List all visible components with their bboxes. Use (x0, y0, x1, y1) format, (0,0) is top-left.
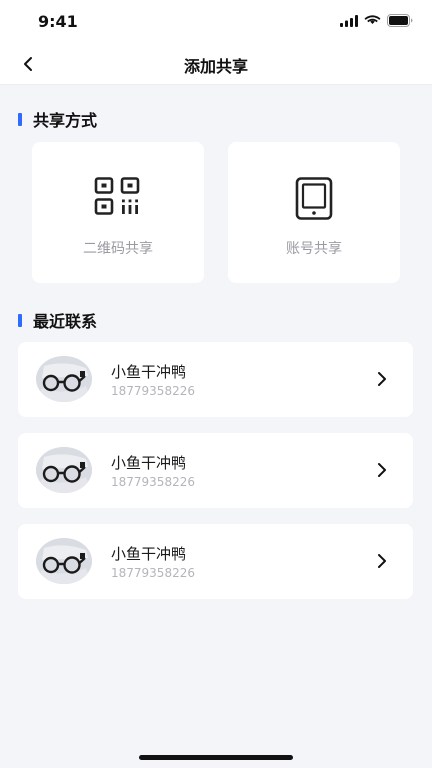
contact-name: 小鱼干冲鸭 (111, 545, 187, 563)
contact-item[interactable]: 小鱼干冲鸭 18779358226 (18, 524, 413, 599)
chevron-right-icon (378, 463, 386, 477)
section-accent-bar (18, 313, 22, 327)
avatar-glasses-icon (36, 538, 92, 584)
account-share-option[interactable]: 账号共享 (228, 142, 400, 283)
share-method-title: 共享方式 (33, 111, 98, 130)
battery-icon (387, 14, 413, 27)
qr-code-share-option[interactable]: 二维码共享 (32, 142, 204, 283)
avatar (36, 356, 92, 402)
status-time: 9:41 (38, 12, 78, 31)
share-method-header: 共享方式 (18, 107, 97, 131)
wifi-icon (364, 14, 381, 24)
signal-icon (340, 14, 358, 27)
tablet-icon (295, 177, 333, 220)
avatar-glasses-icon (36, 356, 92, 402)
qr-code-icon (94, 177, 140, 215)
status-icons (340, 14, 414, 27)
recent-contacts-header: 最近联系 (18, 308, 97, 332)
avatar (36, 538, 92, 584)
nav-bar: 添加共享 (0, 44, 432, 85)
contact-item[interactable]: 小鱼干冲鸭 18779358226 (18, 342, 413, 417)
avatar (36, 447, 92, 493)
chevron-right-icon (378, 372, 386, 386)
contact-phone: 18779358226 (111, 384, 195, 398)
chevron-right-icon (378, 554, 386, 568)
avatar-glasses-icon (36, 447, 92, 493)
contact-phone: 18779358226 (111, 475, 195, 489)
recent-contacts-title: 最近联系 (33, 312, 98, 331)
qr-code-share-label: 二维码共享 (83, 241, 153, 257)
status-bar: 9:41 (0, 0, 432, 44)
account-share-label: 账号共享 (286, 241, 342, 257)
contact-name: 小鱼干冲鸭 (111, 454, 187, 472)
contact-item[interactable]: 小鱼干冲鸭 18779358226 (18, 433, 413, 508)
home-indicator (139, 755, 293, 760)
page-title: 添加共享 (183, 57, 248, 76)
contact-phone: 18779358226 (111, 566, 195, 580)
contact-name: 小鱼干冲鸭 (111, 363, 187, 381)
section-accent-bar (18, 112, 22, 126)
